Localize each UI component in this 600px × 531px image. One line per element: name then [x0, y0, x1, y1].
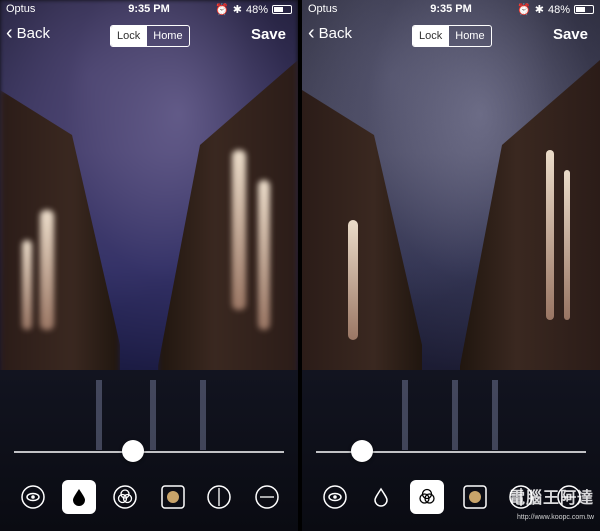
blur-tool[interactable]	[62, 480, 96, 514]
screen-segmented-control: Lock Home	[110, 25, 190, 47]
screen-segmented-control: Lock Home	[412, 25, 492, 47]
screen-right: Optus 9:35 PM ⏰ ✱ 48% ‹ Back Lock Home S…	[302, 0, 600, 531]
battery-percent: 48%	[245, 3, 268, 16]
lock-segment[interactable]: Lock	[413, 26, 449, 46]
more-tool[interactable]	[250, 480, 284, 514]
blur-slider-track[interactable]	[14, 451, 284, 453]
sticker-icon	[161, 485, 185, 509]
color-filter-tool[interactable]	[410, 480, 444, 514]
eye-tool[interactable]	[16, 480, 50, 514]
lock-segment[interactable]: Lock	[111, 26, 147, 46]
status-icons: ⏰ ✱ 48%	[215, 3, 292, 16]
back-label: Back	[318, 24, 353, 42]
more-icon	[255, 485, 279, 509]
nav-bar: ‹ Back Lock Home Save	[302, 22, 600, 48]
back-button[interactable]: ‹ Back	[6, 22, 51, 44]
blur-slider-knob[interactable]	[121, 440, 144, 462]
home-segment[interactable]: Home	[146, 26, 188, 46]
screen-left: Optus 9:35 PM ⏰ ✱ 48% ‹ Back Lock Home S…	[0, 0, 298, 531]
filter-slider-knob[interactable]	[350, 440, 373, 462]
color-filter-tool[interactable]	[108, 480, 142, 514]
battery-percent: 48%	[547, 3, 570, 16]
chevron-left-icon: ‹	[6, 22, 13, 44]
alarm-icon: ⏰	[215, 4, 229, 16]
toolbar	[0, 480, 298, 516]
blur-tool[interactable]	[364, 480, 398, 514]
vignette-tool[interactable]	[202, 480, 236, 514]
eye-tool[interactable]	[318, 480, 352, 514]
color-circles-icon	[113, 485, 137, 509]
back-label: Back	[16, 24, 51, 42]
watermark-url: http://www.koopc.com.tw	[516, 514, 594, 521]
back-button[interactable]: ‹ Back	[308, 22, 353, 44]
sticker-tool[interactable]	[458, 480, 492, 514]
color-circles-icon	[419, 488, 435, 504]
sticker-icon	[463, 485, 487, 509]
sticker-tool[interactable]	[156, 480, 190, 514]
watermark-logo: 電腦王阿達	[508, 490, 594, 507]
vignette-icon	[207, 485, 231, 509]
status-bar: Optus 9:35 PM ⏰ ✱ 48%	[0, 0, 298, 18]
eye-icon	[323, 485, 347, 509]
battery-icon	[272, 5, 292, 14]
save-button[interactable]: Save	[251, 26, 286, 43]
eye-icon	[21, 485, 45, 509]
nav-bar: ‹ Back Lock Home Save	[0, 22, 298, 48]
status-bar: Optus 9:35 PM ⏰ ✱ 48%	[302, 0, 600, 18]
alarm-icon: ⏰	[517, 4, 531, 16]
bluetooth-icon: ✱	[232, 4, 242, 16]
drop-icon	[73, 489, 85, 506]
battery-icon	[574, 5, 594, 14]
save-button[interactable]: Save	[553, 26, 588, 43]
home-segment[interactable]: Home	[448, 26, 490, 46]
bluetooth-icon: ✱	[534, 4, 544, 16]
chevron-left-icon: ‹	[308, 22, 315, 44]
status-icons: ⏰ ✱ 48%	[517, 3, 594, 16]
drop-icon	[374, 487, 388, 507]
